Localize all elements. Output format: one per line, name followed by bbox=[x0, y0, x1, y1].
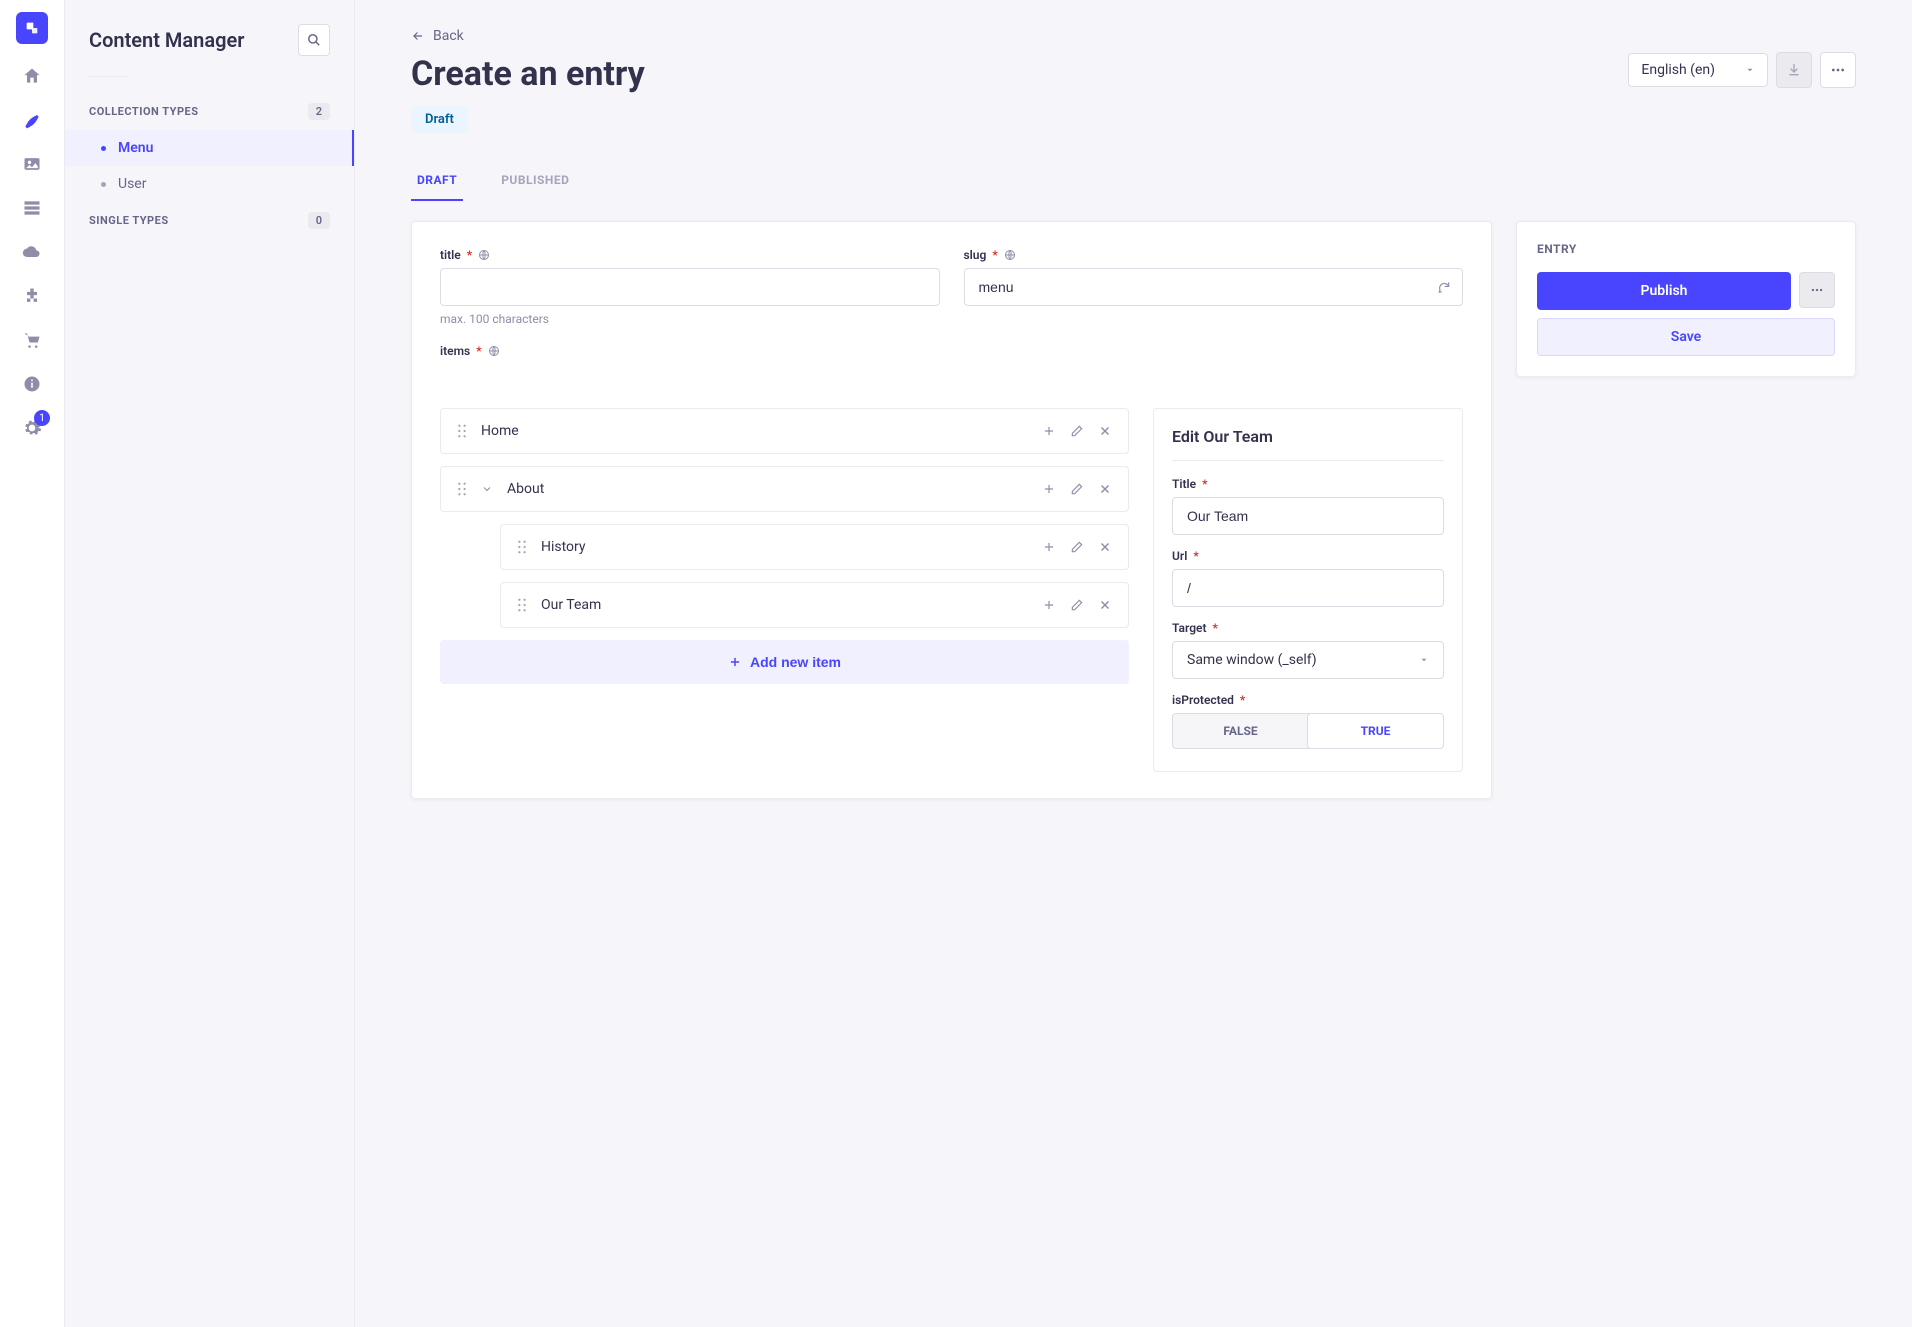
sidebar-item-menu[interactable]: Menu bbox=[65, 130, 354, 166]
tree-node-about[interactable]: About bbox=[440, 466, 1129, 512]
tree-node-our-team[interactable]: Our Team bbox=[500, 582, 1129, 628]
save-button[interactable]: Save bbox=[1537, 318, 1835, 356]
page-title: Create an entry bbox=[411, 54, 645, 94]
edit-icon[interactable] bbox=[1070, 482, 1084, 496]
cloud-icon[interactable] bbox=[20, 240, 44, 264]
add-child-icon[interactable] bbox=[1042, 482, 1056, 496]
delete-icon[interactable] bbox=[1098, 598, 1112, 612]
bullet-icon bbox=[101, 182, 106, 187]
builder-icon[interactable] bbox=[20, 196, 44, 220]
back-label: Back bbox=[433, 28, 464, 44]
sidebar: Content Manager Collection Types 2 Menu … bbox=[65, 0, 355, 1327]
node-label: About bbox=[507, 481, 1028, 497]
node-label: Home bbox=[481, 423, 1028, 439]
globe-icon bbox=[488, 345, 500, 357]
drag-handle-icon[interactable] bbox=[457, 482, 467, 496]
form-card: title* max. 100 characters slug* bbox=[411, 221, 1492, 799]
tree-node-home[interactable]: Home bbox=[440, 408, 1129, 454]
items-label: items* bbox=[440, 344, 1463, 358]
settings-icon[interactable]: 1 bbox=[20, 416, 44, 440]
single-types-count: 0 bbox=[308, 212, 330, 229]
edit-panel-heading: Edit Our Team bbox=[1172, 427, 1444, 461]
drag-handle-icon[interactable] bbox=[517, 598, 527, 612]
drag-handle-icon[interactable] bbox=[457, 424, 467, 438]
edit-target-select[interactable]: Same window (_self) bbox=[1172, 641, 1444, 679]
tree-node-history[interactable]: History bbox=[500, 524, 1129, 570]
add-child-icon[interactable] bbox=[1042, 598, 1056, 612]
delete-icon[interactable] bbox=[1098, 482, 1112, 496]
node-label: History bbox=[541, 539, 1028, 555]
entry-heading: ENTRY bbox=[1537, 242, 1835, 256]
search-button[interactable] bbox=[298, 24, 330, 56]
collection-types-header[interactable]: Collection Types 2 bbox=[65, 93, 354, 130]
edit-panel: Edit Our Team Title* Url* Target* bbox=[1153, 408, 1463, 772]
regenerate-icon[interactable] bbox=[1437, 280, 1451, 294]
locale-value: English (en) bbox=[1641, 62, 1715, 78]
collection-types-count: 2 bbox=[308, 103, 330, 120]
add-item-button[interactable]: Add new item bbox=[440, 640, 1129, 684]
sidebar-title: Content Manager bbox=[89, 28, 244, 52]
single-types-label: Single Types bbox=[89, 214, 169, 227]
nav-rail: 1 bbox=[0, 0, 65, 1327]
slug-label: slug* bbox=[964, 248, 1464, 262]
add-child-icon[interactable] bbox=[1042, 424, 1056, 438]
title-label: title* bbox=[440, 248, 940, 262]
sidebar-item-label: Menu bbox=[118, 140, 153, 156]
sidebar-item-label: User bbox=[118, 176, 146, 192]
edit-icon[interactable] bbox=[1070, 540, 1084, 554]
plugin-icon[interactable] bbox=[20, 284, 44, 308]
edit-icon[interactable] bbox=[1070, 598, 1084, 612]
edit-icon[interactable] bbox=[1070, 424, 1084, 438]
globe-icon bbox=[478, 249, 490, 261]
node-label: Our Team bbox=[541, 597, 1028, 613]
delete-icon[interactable] bbox=[1098, 540, 1112, 554]
edit-title-input[interactable] bbox=[1172, 497, 1444, 535]
tab-draft[interactable]: DRAFT bbox=[411, 161, 463, 201]
isprotected-toggle[interactable]: FALSE TRUE bbox=[1172, 713, 1444, 749]
entry-card: ENTRY Publish Save bbox=[1516, 221, 1856, 377]
items-tree: Home About bbox=[440, 408, 1129, 684]
locale-select[interactable]: English (en) bbox=[1628, 53, 1768, 87]
bullet-icon bbox=[101, 146, 106, 151]
content-icon[interactable] bbox=[20, 108, 44, 132]
edit-target-value: Same window (_self) bbox=[1187, 652, 1317, 668]
publish-more-button[interactable] bbox=[1799, 272, 1835, 308]
edit-isprotected-label: isProtected* bbox=[1172, 693, 1444, 707]
tabs: DRAFT PUBLISHED bbox=[411, 161, 1856, 201]
main-content: Back Create an entry Draft English (en) bbox=[355, 0, 1912, 1327]
app-logo[interactable] bbox=[16, 12, 48, 44]
download-button bbox=[1776, 52, 1812, 88]
settings-badge: 1 bbox=[34, 410, 50, 426]
isprotected-false[interactable]: FALSE bbox=[1173, 714, 1308, 748]
edit-url-input[interactable] bbox=[1172, 569, 1444, 607]
isprotected-true[interactable]: TRUE bbox=[1307, 713, 1444, 749]
slug-input[interactable] bbox=[964, 268, 1464, 306]
add-item-label: Add new item bbox=[750, 654, 841, 670]
delete-icon[interactable] bbox=[1098, 424, 1112, 438]
status-badge: Draft bbox=[411, 106, 468, 133]
title-input[interactable] bbox=[440, 268, 940, 306]
edit-url-label: Url* bbox=[1172, 549, 1444, 563]
single-types-header[interactable]: Single Types 0 bbox=[65, 202, 354, 239]
marketplace-icon[interactable] bbox=[20, 328, 44, 352]
home-icon[interactable] bbox=[20, 64, 44, 88]
publish-button[interactable]: Publish bbox=[1537, 272, 1791, 310]
chevron-down-icon[interactable] bbox=[481, 483, 493, 495]
globe-icon bbox=[1004, 249, 1016, 261]
tab-published[interactable]: PUBLISHED bbox=[495, 161, 575, 201]
edit-target-label: Target* bbox=[1172, 621, 1444, 635]
media-icon[interactable] bbox=[20, 152, 44, 176]
drag-handle-icon[interactable] bbox=[517, 540, 527, 554]
info-icon[interactable] bbox=[20, 372, 44, 396]
collection-types-label: Collection Types bbox=[89, 105, 199, 118]
back-link[interactable]: Back bbox=[411, 28, 645, 44]
more-button[interactable] bbox=[1820, 52, 1856, 88]
edit-title-label: Title* bbox=[1172, 477, 1444, 491]
title-hint: max. 100 characters bbox=[440, 312, 940, 326]
sidebar-item-user[interactable]: User bbox=[65, 166, 354, 202]
add-child-icon[interactable] bbox=[1042, 540, 1056, 554]
